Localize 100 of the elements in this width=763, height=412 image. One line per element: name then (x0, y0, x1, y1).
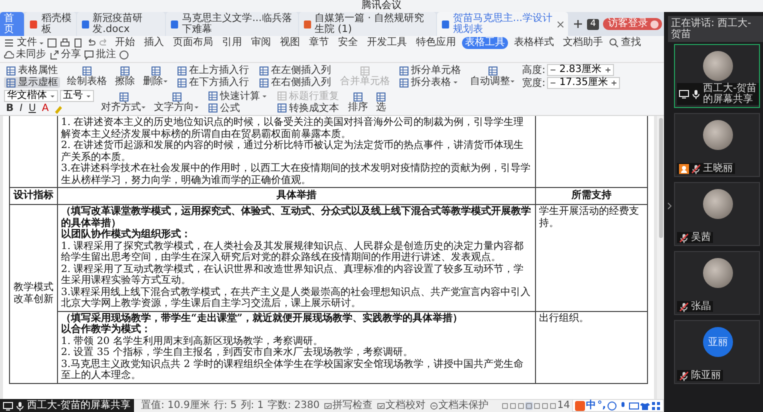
undo-icon[interactable] (86, 38, 96, 48)
share-icon (49, 50, 59, 60)
muted-mic-icon (691, 164, 701, 174)
paragraph: （填写改革课堂教学模式，运用探究式、体验式、互动式、分众式以及线上线下混合式等教学模式开展教学的具体举措） (61, 206, 532, 228)
muted-mic-icon (679, 302, 689, 312)
ribbon-button[interactable]: 绘制表格 (66, 66, 108, 87)
participant-name: 张晶 (691, 301, 711, 312)
login-button[interactable]: 访客登录 (603, 18, 662, 30)
participant-tile[interactable]: 张晶 (674, 251, 760, 315)
toolbar-button[interactable]: 未同步 (4, 49, 46, 61)
ribbon-button[interactable]: 在下方插入行 (175, 77, 251, 88)
screen-share-badge: 西工大-贺苗的屏幕共享 (0, 399, 134, 412)
document-tab[interactable]: 新冠疫苗研发.docx (76, 12, 166, 36)
ribbon-button[interactable]: 快速计算 (206, 90, 269, 102)
participant-tile[interactable]: 吴茜 (674, 182, 760, 246)
highlighter-icon[interactable] (52, 104, 63, 114)
file-menu[interactable]: 文件 (17, 37, 44, 49)
speaker-notice: 正在讲话: 西工大-贺苗 (668, 16, 763, 42)
menu-tab[interactable]: 章节 (306, 37, 332, 49)
view-mode-button[interactable] (549, 402, 558, 410)
menu-tab[interactable]: 特色应用 (413, 37, 459, 49)
caret-icon (86, 94, 91, 98)
menu-tab[interactable]: 视图 (277, 37, 303, 49)
status-text: 字数: 2380 (268, 400, 320, 412)
menu-tab[interactable]: 表格工具 (462, 37, 508, 49)
status-text[interactable]: 文档未保护 (430, 400, 489, 412)
toolbar-button[interactable]: 分享 (49, 49, 81, 61)
table-icon (376, 92, 386, 102)
paragraph: （填写采用现场教学，带学生“走出课堂”，就近就便开展现场教学、实践教学的具体举措） (61, 312, 464, 324)
table-icon (399, 78, 409, 88)
paragraph: 2. 在讲述货币起源和发展的内容的时候，通过分析比特币被认定为法定货币的热点事件，讲清货币体现生产关系的本质。 (61, 140, 525, 162)
paragraph: 1. 在讲述资本主义的历史地位知识点的时候，以备受关注的美国对抖音海外公司的制裁为例，引导学生理解资本主义经济发展中标榜的所谓自由在贸易霸权面前暴露本质。 (61, 117, 525, 140)
print-icon[interactable] (60, 38, 70, 48)
menu-tab[interactable]: 引用 (219, 37, 245, 49)
ribbon-button[interactable]: 自动调整 (469, 66, 516, 87)
caret-icon (50, 94, 55, 98)
ribbon-button[interactable]: 选 (375, 92, 387, 112)
ribbon-button[interactable]: 显示虚框 (4, 77, 60, 88)
chevron-icon[interactable] (667, 202, 672, 210)
ribbon-button[interactable]: 文字方向 (153, 92, 200, 112)
view-mode-button[interactable] (541, 402, 550, 410)
menu-tab[interactable]: 表格样式 (511, 37, 557, 49)
font-dropdown[interactable]: 华文楷体 (4, 90, 58, 102)
format-button[interactable]: B (4, 103, 16, 114)
host-icon (679, 164, 689, 174)
ribbon-button[interactable]: 表格属性 (4, 65, 60, 76)
ribbon-button[interactable]: 拆分表格 (397, 77, 463, 88)
ribbon-button[interactable]: 转换成文本 (275, 102, 341, 114)
status-text[interactable]: 拼写检查 (324, 400, 373, 412)
view-mode-button[interactable] (533, 402, 542, 410)
view-mode-button[interactable] (525, 402, 534, 410)
ribbon-button[interactable]: 公式 (206, 102, 269, 114)
menu-tab[interactable]: 安全 (335, 37, 361, 49)
view-mode-button[interactable] (501, 402, 510, 410)
table-icon (118, 92, 128, 102)
check-icon (324, 402, 332, 410)
size-field[interactable]: 17.35厘米 (547, 77, 620, 89)
status-text[interactable]: 文档校对 (376, 400, 426, 412)
table-icon (208, 103, 218, 113)
view-mode-button[interactable] (517, 402, 526, 410)
menu-tab[interactable]: 审阅 (248, 37, 274, 49)
format-button[interactable]: U (26, 103, 38, 114)
ribbon-button[interactable]: 对齐方式 (100, 92, 147, 112)
ribbon-button[interactable]: 擦除 (114, 66, 136, 87)
document-tab[interactable]: 马克思主义文学...临兵落下难幕 (166, 12, 298, 36)
minus-icon (550, 80, 556, 86)
search-button[interactable]: 查找 (609, 37, 641, 49)
document-tab[interactable]: 贺苗马克思主...学设计规划表 (436, 12, 568, 36)
participant-tile[interactable]: 亚丽 陈亚丽 (674, 320, 760, 384)
ribbon-button[interactable]: 在上方插入行 (175, 65, 251, 76)
menu-tab[interactable]: 页面布局 (170, 37, 216, 49)
paragraph: 1. 带领 20 名学生利用周末到高新区现场教学，考察调研。 (61, 336, 324, 346)
menu-icon[interactable] (4, 38, 14, 48)
check-icon (376, 402, 385, 410)
participant-tile[interactable]: 西工大-贺苗的屏幕共享 (674, 44, 760, 108)
input-method-logo-icon (575, 400, 586, 410)
size-field[interactable]: 2.83厘米 (547, 64, 614, 76)
zoom-level: 14 (557, 400, 570, 412)
document-tab[interactable]: 稻壳模板 (25, 12, 76, 36)
participant-tile[interactable]: 王晓丽 (674, 113, 760, 177)
format-button[interactable]: A (40, 103, 51, 114)
format-button[interactable]: I (18, 103, 25, 114)
view-mode-button[interactable] (509, 402, 518, 410)
participant-name: 陈亚丽 (691, 370, 721, 381)
toolbar-button[interactable]: 批注 (84, 49, 116, 61)
size-dropdown[interactable]: 五号 (60, 90, 94, 102)
menu-tab[interactable]: 文档助手 (560, 37, 606, 49)
document-tab[interactable]: 自媒第一篇 · 自然规研究生院 (1) (298, 12, 436, 36)
paragraph: 以合作教学为模式： (61, 324, 152, 336)
ribbon-button[interactable]: 排序 (347, 92, 369, 112)
document-tab[interactable]: 首页 (0, 12, 24, 36)
paragraph: 2. 课程采用了互动式教学模式，在认识世界和改造世界知识点、真理标准的内容设置了较多互动环节，学生采用课程实验等方式互动。 (61, 264, 525, 286)
menu-tab[interactable]: 开始 (112, 37, 138, 49)
ribbon-button[interactable]: 删除 (142, 66, 169, 87)
ribbon-button[interactable]: 在右侧插入列 (257, 77, 333, 88)
ribbon-button[interactable]: 在左侧插入列 (257, 65, 333, 76)
ribbon-button[interactable]: 拆分单元格 (397, 65, 463, 76)
menu-tab[interactable]: 插入 (141, 37, 167, 49)
menu-tab[interactable]: 开发工具 (364, 37, 410, 49)
plus-icon[interactable] (573, 19, 584, 29)
